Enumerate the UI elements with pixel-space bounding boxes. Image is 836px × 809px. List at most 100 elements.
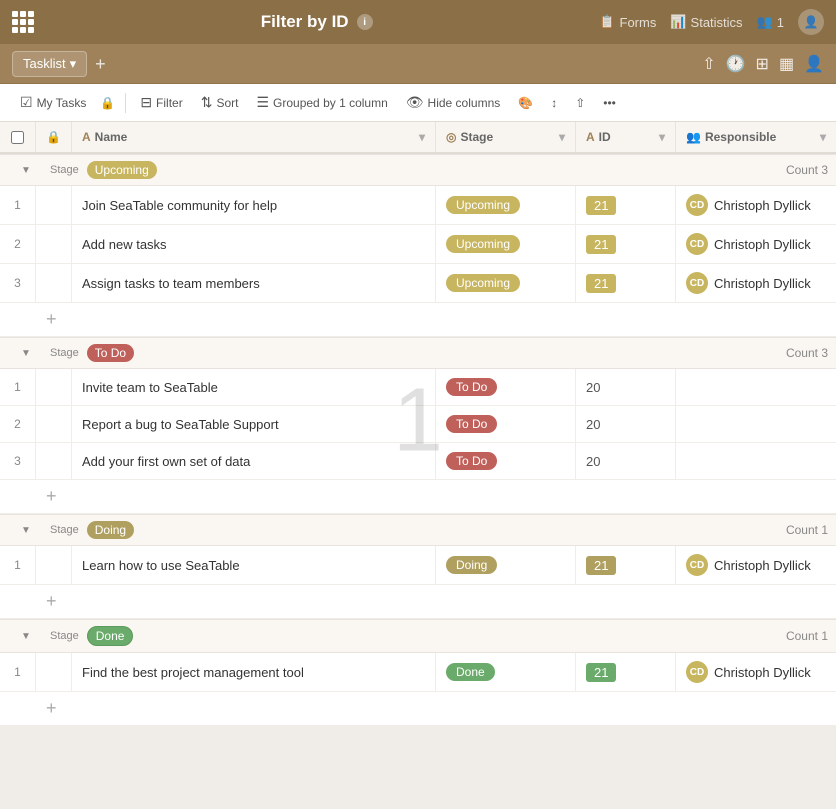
group-header-todo: ▼ Stage To Do Count 3 [0, 337, 836, 369]
row-stage[interactable]: To Do [436, 443, 576, 479]
hide-icon: 👁 [406, 94, 424, 111]
share-button[interactable]: ⇧ [567, 92, 593, 114]
responsible-col-dropdown[interactable]: ▾ [820, 130, 826, 144]
group-button[interactable]: ☰ Grouped by 1 column [248, 90, 395, 115]
table-row[interactable]: 3 Add your first own set of data To Do 2… [0, 443, 836, 480]
table-row[interactable]: 1 Invite team to SeaTable To Do 20 [0, 369, 836, 406]
table-row[interactable]: 2 Add new tasks Upcoming 21 CD Christoph… [0, 225, 836, 264]
add-row-todo[interactable]: + [0, 480, 836, 514]
row-stage[interactable]: Doing [436, 546, 576, 584]
tasklist-button[interactable]: Tasklist ▾ [12, 51, 87, 77]
color-button[interactable]: 🎨 [510, 92, 541, 114]
row-responsible: CD Christoph Dyllick [676, 225, 836, 263]
name-col-dropdown[interactable]: ▾ [419, 130, 425, 144]
row-id: 21 [576, 264, 676, 302]
row-stage[interactable]: To Do [436, 406, 576, 442]
users-nav[interactable]: 👥 1 [757, 14, 784, 30]
info-icon[interactable]: i [357, 14, 373, 30]
share-icon[interactable]: ⇧ [702, 54, 715, 74]
add-row-upcoming[interactable]: + [0, 303, 836, 337]
group-meta-todo: Stage To Do [50, 344, 134, 362]
row-id: 21 [576, 225, 676, 263]
table-row[interactable]: 3 Assign tasks to team members Upcoming … [0, 264, 836, 303]
table-settings-icon[interactable]: ⊞ [756, 54, 769, 74]
responsible-cell: CD Christoph Dyllick [686, 661, 811, 683]
filter-button[interactable]: ⊟ Filter [132, 90, 190, 115]
sort-button[interactable]: ⇅ Sort [193, 90, 247, 115]
row-stage[interactable]: Upcoming [436, 186, 576, 224]
id-col-dropdown[interactable]: ▾ [659, 130, 665, 144]
row-stage[interactable]: Upcoming [436, 225, 576, 263]
group-stage-badge-doing: Doing [87, 521, 134, 539]
group-stage-badge-done: Done [87, 626, 134, 646]
group-label: Grouped by 1 column [273, 96, 388, 110]
group-toggle-doing[interactable]: ▼ [21, 525, 31, 536]
row-id: 20 [576, 406, 676, 442]
row-name[interactable]: Invite team to SeaTable [72, 369, 436, 405]
responsible-name: Christoph Dyllick [714, 276, 811, 291]
row-height-button[interactable]: ↕ [543, 92, 565, 114]
table-row[interactable]: 1 Find the best project management tool … [0, 653, 836, 692]
user-view-icon[interactable]: 👤 [804, 54, 824, 74]
top-header: Filter by ID i 📋 Forms 📊 Statistics 👥 1 … [0, 0, 836, 44]
group-toggle-done[interactable]: ▼ [21, 631, 31, 642]
group-toggle-upcoming[interactable]: ▼ [21, 165, 31, 176]
row-lock [36, 225, 72, 263]
group-stage-label: Stage [50, 524, 79, 536]
row-number: 3 [0, 264, 36, 302]
th-responsible[interactable]: 👥 Responsible ▾ [676, 122, 836, 152]
row-name[interactable]: Learn how to use SeaTable [72, 546, 436, 584]
th-checkbox[interactable] [0, 122, 36, 152]
group-meta-doing: Stage Doing [50, 521, 134, 539]
grid-view-icon[interactable]: ▦ [779, 54, 794, 74]
row-name[interactable]: Add your first own set of data [72, 443, 436, 479]
filter-icon: ⊟ [140, 94, 152, 111]
row-number: 1 [0, 546, 36, 584]
table-row[interactable]: 1 Join SeaTable community for help Upcom… [0, 186, 836, 225]
user-avatar[interactable]: 👤 [798, 9, 824, 35]
add-view-button[interactable]: + [95, 55, 106, 73]
row-name[interactable]: Add new tasks [72, 225, 436, 263]
history-icon[interactable]: 🕐 [726, 54, 746, 74]
my-tasks-button[interactable]: ☑ My Tasks [12, 90, 94, 115]
group-count-upcoming: Count 3 [786, 163, 828, 177]
statistics-nav[interactable]: 📊 Statistics [670, 14, 742, 30]
page-title: Filter by ID [261, 12, 349, 32]
group-header-done: ▼ Stage Done Count 1 [0, 619, 836, 653]
responsible-col-icon: 👥 [686, 130, 701, 144]
toolbar-right-icons: ⇧ 🕐 ⊞ ▦ 👤 [702, 54, 824, 74]
hide-columns-button[interactable]: 👁 Hide columns [398, 90, 508, 115]
add-row-doing[interactable]: + [0, 585, 836, 619]
responsible-cell: CD Christoph Dyllick [686, 194, 811, 216]
th-stage[interactable]: ◎ Stage ▾ [436, 122, 576, 152]
row-name[interactable]: Report a bug to SeaTable Support [72, 406, 436, 442]
row-responsible: CD Christoph Dyllick [676, 546, 836, 584]
row-lock [36, 369, 72, 405]
app-grid-icon[interactable] [12, 11, 34, 33]
row-lock [36, 264, 72, 302]
sort-icon: ⇅ [201, 94, 213, 111]
name-col-icon: A [82, 130, 91, 144]
forms-nav[interactable]: 📋 Forms [599, 14, 656, 30]
group-toggle-todo[interactable]: ▼ [21, 348, 31, 359]
more-button[interactable]: ••• [595, 92, 624, 114]
hide-label: Hide columns [428, 96, 501, 110]
row-stage[interactable]: To Do [436, 369, 576, 405]
select-all-checkbox[interactable] [11, 131, 24, 144]
table-row[interactable]: 2 Report a bug to SeaTable Support To Do… [0, 406, 836, 443]
row-name[interactable]: Join SeaTable community for help [72, 186, 436, 224]
row-name[interactable]: Assign tasks to team members [72, 264, 436, 302]
table-row[interactable]: 1 Learn how to use SeaTable Doing 21 CD … [0, 546, 836, 585]
row-stage[interactable]: Done [436, 653, 576, 691]
th-lock: 🔒 [36, 122, 72, 152]
checkbox-icon: ☑ [20, 94, 33, 111]
th-name[interactable]: A Name ▾ [72, 122, 436, 152]
row-stage[interactable]: Upcoming [436, 264, 576, 302]
avatar: CD [686, 661, 708, 683]
add-row-done[interactable]: + [0, 692, 836, 726]
avatar: CD [686, 272, 708, 294]
header-left [12, 11, 34, 33]
row-name[interactable]: Find the best project management tool [72, 653, 436, 691]
th-id[interactable]: A ID ▾ [576, 122, 676, 152]
stage-col-dropdown[interactable]: ▾ [559, 130, 565, 144]
